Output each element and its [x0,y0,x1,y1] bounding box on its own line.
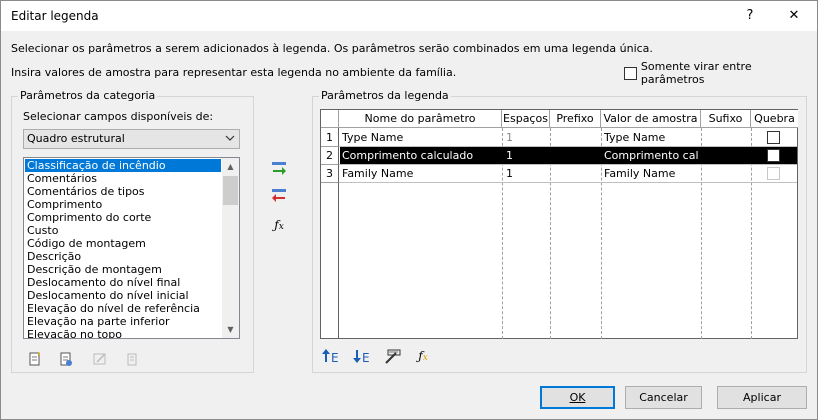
field-list-item[interactable]: Elevação na parte inferior [25,315,221,328]
edit-label-dialog: Editar legenda ? ✕ Selecionar os parâmet… [0,0,818,420]
ok-button[interactable]: OK [540,386,615,409]
cancel-button[interactable]: Cancelar [625,386,702,409]
field-list-item[interactable]: Elevação do nível de referência [25,302,221,315]
remove-parameter-icon[interactable] [269,186,289,206]
break-checkbox[interactable] [767,131,780,144]
field-list-item[interactable]: Comprimento do corte [25,211,221,224]
description-line-2: Insira valores de amostra para represent… [11,66,457,79]
fields-source-combo[interactable]: Quadro estrutural [23,129,240,149]
cancel-button-label: Cancelar [639,391,688,404]
fx-glyph: ƒx [274,218,284,232]
fx-icon[interactable]: ƒx [269,215,289,235]
edit-formula-icon[interactable]: ƒx [413,346,433,366]
scroll-down-arrow-icon[interactable]: ▼ [222,321,239,338]
available-fields-list[interactable]: Classificação de incêndio Comentários Come… [23,157,240,339]
only-rotate-checkbox[interactable] [624,66,637,80]
col-header-spaces[interactable]: Espaços [502,110,550,128]
disabled-edit-icon [90,349,110,369]
legend-params-grid[interactable]: Nome do parâmetro Espaços Prefixo Valor … [320,109,798,339]
field-list-item[interactable]: Comprimento [25,198,221,211]
cell-sample[interactable]: Family Name [604,165,675,182]
cell-name[interactable]: Comprimento calculado [342,147,473,164]
field-list-item[interactable]: Classificação de incêndio [25,159,221,172]
edit-format-icon[interactable] [383,346,403,366]
break-checkbox[interactable] [767,149,780,162]
col-header-name[interactable]: Nome do parâmetro [339,110,502,128]
row-number[interactable]: 1 [321,129,339,147]
move-down-icon[interactable]: E [352,346,372,366]
cell-sample[interactable]: Comprimento cal [604,147,699,164]
window-title: Editar legenda [11,9,99,23]
field-list-item[interactable]: Deslocamento do nível final [25,276,221,289]
cell-name[interactable]: Family Name [342,165,413,182]
cell-sample[interactable]: Type Name [604,129,665,146]
break-checkbox [767,167,780,180]
field-list-item[interactable]: Código de montagem [25,237,221,250]
chevron-down-icon [225,133,235,146]
move-up-icon[interactable]: E [321,346,341,366]
row-number[interactable]: 2 [321,147,339,165]
apply-button-label: Aplicar [743,391,781,404]
category-params-title: Parâmetros da categoria [18,89,158,102]
close-button[interactable]: ✕ [772,1,816,31]
title-bar: Editar legenda ? ✕ [1,1,817,31]
cell-spaces[interactable]: 1 [506,129,513,146]
legend-params-title: Parâmetros da legenda [319,89,451,102]
cell-name[interactable]: Type Name [342,129,403,146]
field-list-item[interactable]: Comentários de tipos [25,185,221,198]
help-button[interactable]: ? [728,1,772,31]
scroll-thumb[interactable] [223,176,238,205]
field-list-item[interactable]: Deslocamento do nível inicial [25,289,221,302]
only-rotate-option[interactable]: Somente virar entre parâmetros [624,60,817,86]
new-parameter-icon[interactable] [25,349,45,369]
fields-scrollbar[interactable]: ▲ ▼ [222,158,239,338]
field-list-item[interactable]: Comentários [25,172,221,185]
scroll-up-arrow-icon[interactable]: ▲ [222,158,239,175]
fields-source-value: Quadro estrutural [27,132,125,145]
formula-glyph: ƒx [418,349,428,363]
apply-button[interactable]: Aplicar [717,386,807,409]
only-rotate-label: Somente virar entre parâmetros [640,60,752,86]
col-header-break[interactable]: Quebra [751,110,798,128]
row-divider [339,182,797,183]
description-line-1: Selecionar os parâmetros a serem adicion… [11,42,653,55]
col-header-suffix[interactable]: Sufixo [701,110,751,128]
field-list-item[interactable]: Descrição de montagem [25,263,221,276]
field-list-item[interactable]: Descrição [25,250,221,263]
grid-corner [321,110,339,128]
col-header-sample[interactable]: Valor de amostra [601,110,701,128]
row-number[interactable]: 3 [321,165,339,183]
add-parameter-icon[interactable] [269,159,289,179]
field-list-item[interactable]: Elevação no topo [25,328,221,338]
col-header-prefix[interactable]: Prefixo [550,110,601,128]
ok-button-label: OK [569,391,586,404]
delete-parameter-icon [122,349,142,369]
field-list-item[interactable]: Custo [25,224,221,237]
svg-text:E: E [331,351,339,364]
edit-parameter-icon[interactable] [56,349,76,369]
cell-spaces[interactable]: 1 [506,165,513,182]
cell-spaces[interactable]: 1 [506,147,513,164]
svg-text:E: E [362,351,370,364]
select-fields-label: Selecionar campos disponíveis de: [23,110,214,123]
